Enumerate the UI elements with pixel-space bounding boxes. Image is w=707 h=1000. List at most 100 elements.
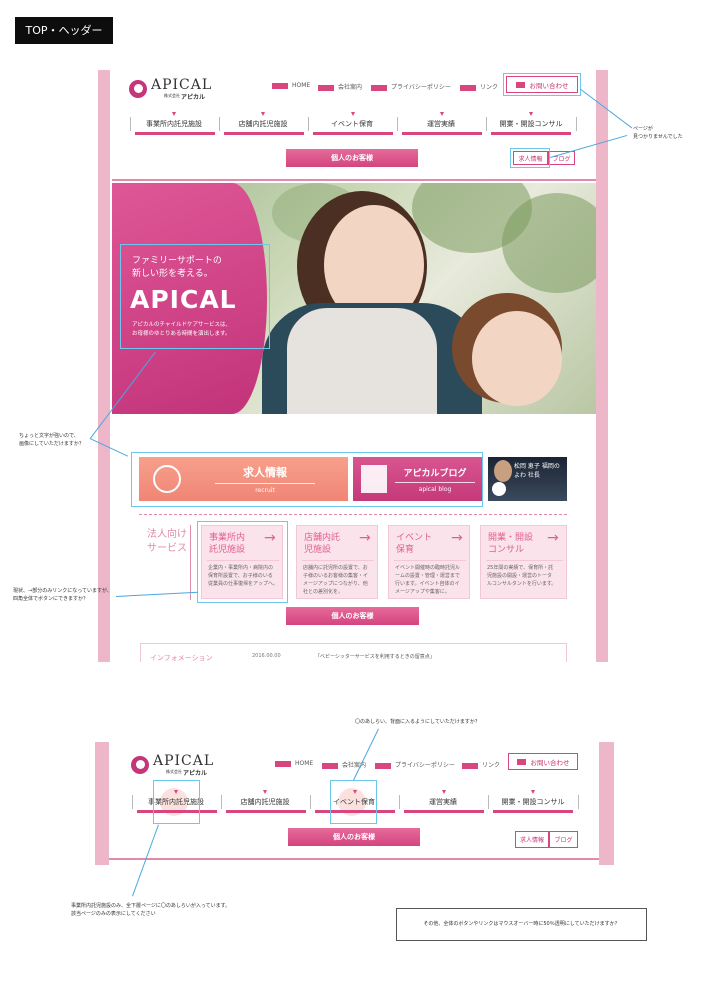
note-page-not-found-2: 見つかりませんでした xyxy=(633,134,683,140)
nav-underline xyxy=(313,132,393,135)
nav-item-office-daycare[interactable]: 事業所内託児施設 xyxy=(130,119,218,129)
service-card-desc: 店舗内に託児所の設置で、お xyxy=(303,565,368,571)
util-link-privacy[interactable]: プライバシーポリシー xyxy=(375,760,455,769)
nav-divider xyxy=(308,117,309,131)
nav-underline xyxy=(491,132,571,135)
note-box-hover: その他、全体のボタンやリンクはマウスオーバー時に50％透明にしていただけますか？ xyxy=(396,908,647,941)
nav-divider xyxy=(488,795,489,809)
note-circle-only-page-1: 事業所内託児施設のみ、全下層ページに〇のあしらいが入っています。 xyxy=(71,903,231,909)
nav-item-results[interactable]: 運営実績 xyxy=(397,119,485,129)
individual-customers-button-2[interactable]: 個人のお客様 xyxy=(286,607,419,625)
mail-icon xyxy=(516,758,526,765)
logo-text[interactable]: APICAL xyxy=(153,753,214,769)
info-label: インフォメーション xyxy=(150,654,213,662)
annotation-box-hero xyxy=(120,244,270,349)
logo-text[interactable]: APICAL xyxy=(151,77,212,93)
service-card-desc: 子様のいるお客様の集客・イ xyxy=(303,573,369,579)
nav-divider xyxy=(578,795,579,809)
recruit-banner[interactable]: 求人情報 recruit xyxy=(139,457,348,501)
nav-underline xyxy=(402,132,482,135)
nav-marker-icon xyxy=(261,112,265,116)
blog-button[interactable]: ブログ xyxy=(549,831,578,848)
note-text-to-image-1: ちょっと文字が強いので、 xyxy=(19,433,79,439)
nav-underline xyxy=(404,810,484,813)
annotation-box-service-card xyxy=(197,521,288,603)
recruit-button[interactable]: 求人情報 xyxy=(515,831,549,848)
nav-underline xyxy=(224,132,304,135)
nav-item-event-care[interactable]: イベント保育 xyxy=(308,119,396,129)
nav-divider xyxy=(310,795,311,809)
annotation-box-nav-event xyxy=(330,780,377,824)
nav-item-consulting[interactable]: 開業・開設コンサル xyxy=(486,119,576,129)
recruit-banner-title: 求人情報 xyxy=(243,466,287,479)
nav-marker-icon xyxy=(351,112,355,116)
arrow-right-icon[interactable]: → xyxy=(359,530,371,546)
nav-marker-icon xyxy=(442,790,446,794)
service-card-consulting[interactable]: 開業・開設 コンサル → 25年間の実績で、保育所・託 児施設の開設・運営のトー… xyxy=(480,525,567,599)
service-card-desc: メージアップにつながり、他 xyxy=(303,581,368,587)
nav-divider xyxy=(576,117,577,131)
service-card-store[interactable]: 店舗内託 児施設 → 店舗内に託児所の設置で、お 子様のいるお客様の集客・イ メ… xyxy=(296,525,378,599)
service-label-1: 法人向け xyxy=(147,529,187,540)
nav-underline xyxy=(135,132,215,135)
service-card-title: コンサル xyxy=(488,545,525,555)
blog-banner-title: アピカルブログ xyxy=(403,468,467,479)
util-link-home[interactable]: HOME xyxy=(275,760,313,767)
nav-item-store-daycare[interactable]: 店舗内託児施設 xyxy=(219,119,307,129)
annotation-box-nav-office xyxy=(153,780,200,824)
arrow-right-icon[interactable]: → xyxy=(547,530,559,546)
blog-banner-sub: apical blog xyxy=(418,485,452,493)
individual-customers-button[interactable]: 個人のお客様 xyxy=(286,149,418,167)
service-card-desc: 25年間の実績で、保育所・託 xyxy=(487,565,554,571)
service-card-event[interactable]: イベント 保育 → イベント開催時の臨時託児ル ームの設置・管理・運営まで 行い… xyxy=(388,525,470,599)
util-link-links[interactable]: リンク xyxy=(460,82,498,91)
nav-divider xyxy=(219,117,220,131)
info-link[interactable]: 「ベビーシッターサービスを利用するときの留意点」 xyxy=(315,653,435,660)
nav-divider xyxy=(221,795,222,809)
dashed-divider xyxy=(139,514,567,515)
nav-divider xyxy=(486,117,487,131)
blog-banner[interactable]: アピカルブログ apical blog xyxy=(353,457,482,501)
individual-customers-button[interactable]: 個人のお客様 xyxy=(288,828,420,846)
recruit-banner-sub: recruit xyxy=(255,487,275,494)
header-divider xyxy=(109,858,599,860)
nav-underline xyxy=(493,810,573,813)
service-card-title: イベント xyxy=(396,533,433,543)
note-whole-card-button-2: 四角全体でボタンにできますか？ xyxy=(13,596,89,602)
logo-icon[interactable] xyxy=(131,756,149,774)
logo-sub-small: 株式会社 xyxy=(166,769,182,774)
nav-marker-icon xyxy=(531,790,535,794)
service-label-2: サービス xyxy=(147,543,187,554)
president-banner-text: 松岡 恵子 福岡のよわ 社長 xyxy=(514,463,560,479)
service-card-desc: ルコンサルタントを行います。 xyxy=(487,581,557,587)
util-link-links[interactable]: リンク xyxy=(462,760,500,769)
util-link-privacy[interactable]: プライバシーポリシー xyxy=(371,82,451,91)
nav-item-store-daycare[interactable]: 店舗内託児施設 xyxy=(221,797,309,807)
arrow-right-icon[interactable]: → xyxy=(451,530,463,546)
util-link-home[interactable]: HOME xyxy=(272,82,310,89)
search-person-icon xyxy=(153,465,181,493)
contact-button[interactable]: お問い合わせ xyxy=(508,753,578,770)
president-video-banner[interactable]: 松岡 恵子 福岡のよわ 社長 xyxy=(488,457,567,501)
annotation-box-recruit xyxy=(510,148,550,168)
service-card-desc: 社との差別化を。 xyxy=(303,589,343,595)
service-card-title: 保育 xyxy=(396,545,415,555)
util-link-company[interactable]: 会社案内 xyxy=(318,82,362,91)
nav-item-results[interactable]: 運営実績 xyxy=(399,797,487,807)
logo-icon[interactable] xyxy=(129,80,147,98)
header-divider xyxy=(112,179,596,181)
service-card-desc: ームの設置・管理・運営まで xyxy=(395,573,460,579)
note-circle-behind: 〇のあしらい、背面に入るようにしていただけますか？ xyxy=(355,719,480,725)
nav-item-consulting[interactable]: 開業・開設コンサル xyxy=(488,797,578,807)
service-card-desc: メージアップや集客に。 xyxy=(395,589,450,595)
nav-marker-icon xyxy=(440,112,444,116)
annotation-box-contact xyxy=(503,73,581,96)
note-whole-card-button-1: 現状、→部分のみリンクになっていますが、 xyxy=(13,588,112,594)
nav-divider xyxy=(399,795,400,809)
service-card-desc: 行います。イベント自体のイ xyxy=(395,581,460,587)
service-card-title: 児施設 xyxy=(304,545,332,555)
service-label-divider xyxy=(190,525,191,600)
logo-sub-brand: アピカル xyxy=(183,770,208,777)
note-circle-only-page-2: 該当ページのみの表示にしてください xyxy=(71,911,156,917)
logo-sub-brand: アピカル xyxy=(181,94,206,101)
